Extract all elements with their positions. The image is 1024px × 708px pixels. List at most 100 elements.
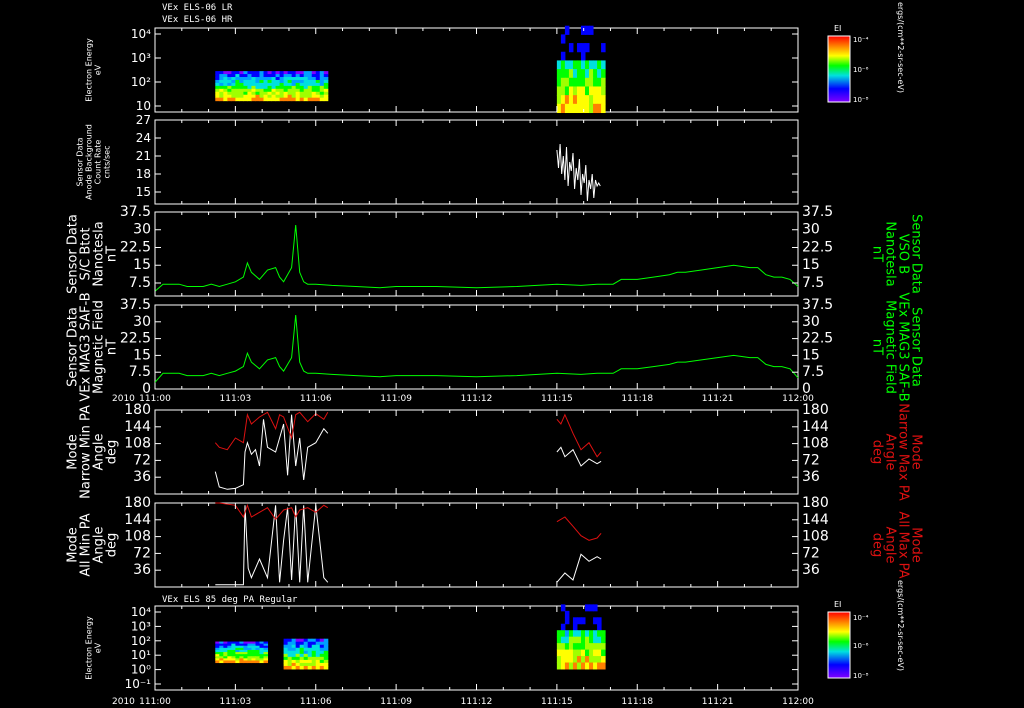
spectrogram-cell xyxy=(259,97,265,102)
colorbar-bottom-label: EI xyxy=(834,600,841,609)
spectrogram-cell xyxy=(291,662,297,667)
spectrogram-cell xyxy=(231,74,236,78)
spectrogram-cell xyxy=(283,665,289,670)
spectrogram-cell xyxy=(576,636,582,644)
spectrogram-cell xyxy=(576,69,582,79)
spectrogram-cell xyxy=(580,60,586,70)
y-axis-label: nT xyxy=(105,339,120,355)
spectrogram-cell xyxy=(568,643,574,651)
spectrogram-cell xyxy=(323,665,329,670)
x-tick-label: 111:06 xyxy=(300,394,332,404)
spectrogram-cell xyxy=(589,662,594,670)
spectrogram-cell xyxy=(295,94,301,99)
spectrogram-cell xyxy=(295,641,301,646)
spectrogram-cell xyxy=(231,97,236,102)
spectrogram-cell xyxy=(275,79,281,84)
y-axis-label-right: nT xyxy=(870,246,885,262)
spectrogram-cell xyxy=(307,638,313,643)
spectrogram-cell xyxy=(259,79,265,84)
x-tick-label: 111:06 xyxy=(300,697,332,707)
spectrogram-cell xyxy=(303,665,309,670)
spectrogram-cell xyxy=(311,650,317,655)
spectrogram-cell xyxy=(315,74,321,78)
spectrogram-cell xyxy=(568,95,574,105)
y-tick-label-right: 36 xyxy=(802,562,820,578)
spectrogram-cell xyxy=(560,51,566,61)
spectrogram-cell xyxy=(319,74,325,78)
spectrogram-cell xyxy=(593,77,598,87)
spectrogram-cell xyxy=(223,660,228,664)
spectrogram-cell xyxy=(271,82,277,87)
spectrogram-cell xyxy=(597,662,602,670)
spectrogram-cell xyxy=(219,88,224,93)
spectrogram-cell xyxy=(287,638,293,643)
spectrogram-cell xyxy=(291,641,297,646)
spectrogram-cell xyxy=(585,95,590,105)
spectrogram-cell xyxy=(231,82,236,87)
spectrogram-cell xyxy=(307,641,313,646)
spectrogram-cell xyxy=(589,69,594,79)
header-line-2: VEx ELS-06 HR xyxy=(162,15,233,25)
spectrogram-cell xyxy=(291,88,297,93)
x-tick-label: 111:03 xyxy=(220,697,252,707)
y-tick-label-right: 22.5 xyxy=(802,331,833,347)
x-tick-label: 111:15 xyxy=(541,697,573,707)
spectrogram-cell xyxy=(295,659,301,664)
spectrogram-cell xyxy=(303,659,309,664)
spectrogram-cell xyxy=(307,644,313,649)
spectrogram-cell xyxy=(283,91,289,96)
spectrogram-cell xyxy=(271,94,277,99)
spectrogram-cell xyxy=(219,77,224,81)
x-axis-mid: 111:00 111:03 111:06 111:09 111:12 111:15 111:… xyxy=(139,394,814,404)
spectrogram-cell xyxy=(259,74,265,78)
spectrogram-cell xyxy=(267,71,273,75)
y-tick-label: 144 xyxy=(124,419,151,435)
spectrogram-cell xyxy=(576,103,582,114)
spectrogram-cell xyxy=(597,630,602,638)
spectrogram-cell xyxy=(303,94,309,99)
spectrogram-cell xyxy=(263,77,269,81)
spectrogram-cell xyxy=(299,656,305,661)
y-axis-label: eV xyxy=(94,64,103,75)
spectrogram-cell xyxy=(291,650,297,655)
spectrogram-cell xyxy=(580,649,586,657)
spectrogram-cell xyxy=(307,94,313,99)
spectrogram-cell xyxy=(295,644,301,649)
spectrogram-cell xyxy=(303,638,309,643)
spectrogram-cell xyxy=(585,649,590,657)
colorbar-top-label: EI xyxy=(834,24,841,33)
y-tick-label-right: 7.5 xyxy=(802,364,824,380)
spectrogram-cell xyxy=(601,60,606,70)
y-tick-label: 15 xyxy=(133,347,151,363)
y-tick-label: 10 xyxy=(136,99,151,113)
spectrogram-cell xyxy=(271,97,277,102)
spectrogram-cell xyxy=(585,630,590,638)
spectrogram-cell xyxy=(580,95,586,105)
spectrogram-cell xyxy=(560,69,566,79)
spectrogram-cell xyxy=(315,641,321,646)
spectrogram-cell xyxy=(572,643,578,651)
spectrogram-cell xyxy=(564,77,570,87)
spectrogram-cell xyxy=(227,88,232,93)
y-axis-label: cnts/sec xyxy=(103,146,112,179)
spectrogram-cell xyxy=(576,60,582,70)
spectrogram-cell xyxy=(303,85,309,90)
spectrogram-cell xyxy=(564,643,570,651)
spectrogram-cell xyxy=(307,91,313,96)
spectrogram-cell xyxy=(307,662,313,667)
spectrogram-cell xyxy=(259,88,265,93)
spectrogram-cell xyxy=(593,630,598,638)
spectrogram-cell xyxy=(219,660,224,664)
spectrogram-cell xyxy=(239,79,244,84)
spectrogram-cell xyxy=(601,636,606,644)
spectrogram-cell xyxy=(255,660,260,664)
y-tick-label-right: 72 xyxy=(802,452,820,468)
spectrogram-cell xyxy=(564,69,570,79)
y-tick-label-right: 0 xyxy=(802,381,811,397)
spectrogram-cell xyxy=(227,97,232,102)
spectrogram-cell xyxy=(255,94,260,99)
spectrogram-cell xyxy=(556,69,562,79)
spectrogram-cell xyxy=(299,91,305,96)
spectrogram-cell xyxy=(267,74,273,78)
spectrogram-cell xyxy=(299,77,305,81)
